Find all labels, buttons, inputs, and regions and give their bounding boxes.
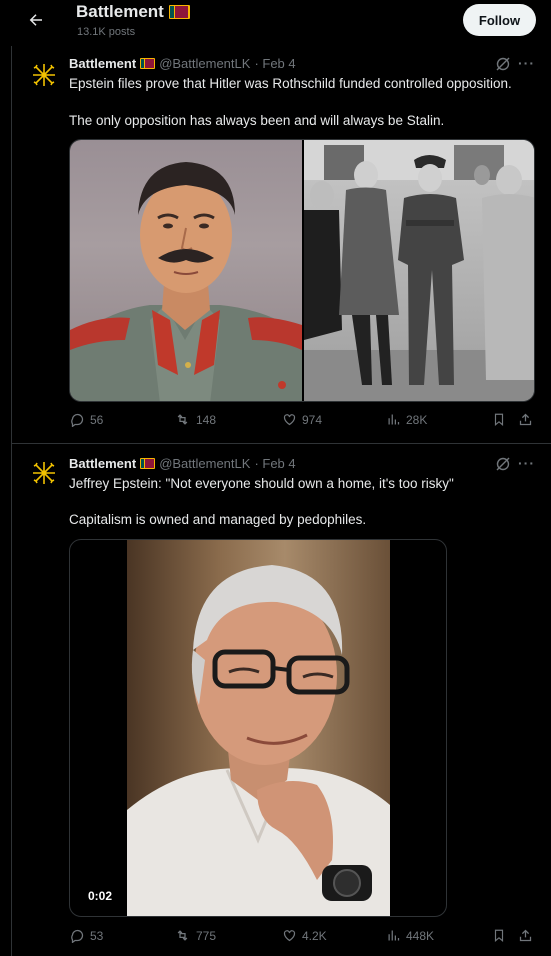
- share-upload-icon: [519, 413, 532, 426]
- post-text-line-1: Jeffrey Epstein: "Not everyone should ow…: [69, 476, 454, 491]
- repost-arrows-icon: [177, 930, 188, 941]
- video-frame[interactable]: [127, 540, 390, 916]
- like-count: 974: [302, 412, 323, 427]
- post-actions: 56 148 974 28K: [0, 412, 551, 432]
- repost-count: 775: [196, 928, 217, 943]
- bookmark-button[interactable]: [492, 928, 506, 943]
- author-name[interactable]: Battlement: [69, 456, 136, 471]
- share-button[interactable]: [518, 928, 533, 943]
- profile-title: Battlement: [76, 2, 190, 22]
- heart-icon: [283, 414, 296, 426]
- bookmark-icon: [494, 929, 504, 942]
- post-video[interactable]: 0:02: [69, 539, 447, 917]
- author-name[interactable]: Battlement: [69, 56, 136, 71]
- follow-button[interactable]: Follow: [463, 4, 536, 36]
- sri-lanka-flag-icon: [168, 5, 190, 19]
- avatar[interactable]: [31, 62, 57, 88]
- post-meta: Battlement @BattlementLK · Feb 4: [69, 456, 296, 471]
- post-text-line-1: Epstein files prove that Hitler was Roth…: [69, 76, 512, 91]
- posts-count: 13.1K posts: [77, 26, 136, 38]
- post-meta: Battlement @BattlementLK · Feb 4: [69, 56, 296, 71]
- post-date[interactable]: · Feb 4: [254, 56, 295, 71]
- sri-lanka-flag-icon: [140, 458, 156, 469]
- avatar[interactable]: [31, 460, 57, 486]
- like-button[interactable]: 974: [282, 412, 322, 427]
- reply-button[interactable]: 56: [70, 412, 103, 427]
- reply-count: 56: [90, 412, 104, 427]
- repost-count: 148: [196, 412, 217, 427]
- heart-icon: [283, 930, 296, 942]
- post-image-portrait[interactable]: [70, 140, 302, 401]
- video-timestamp: 0:02: [88, 889, 113, 903]
- post-1[interactable]: Battlement @BattlementLK · Feb 4 ··· Eps…: [0, 46, 551, 443]
- share-button[interactable]: [518, 412, 533, 427]
- speech-bubble-icon: [71, 929, 84, 943]
- like-count: 4.2K: [302, 928, 327, 943]
- speech-bubble-icon: [71, 413, 84, 427]
- bar-chart-icon: [388, 930, 400, 941]
- like-button[interactable]: 4.2K: [282, 928, 327, 943]
- more-options-icon[interactable]: ···: [518, 55, 535, 71]
- views-button[interactable]: 28K: [386, 412, 427, 427]
- more-options-icon[interactable]: ···: [518, 455, 535, 471]
- post-text-line-2: The only opposition has always been and …: [69, 113, 445, 128]
- views-button[interactable]: 448K: [386, 928, 434, 943]
- grok-icon[interactable]: [495, 56, 511, 72]
- post-image-group-photo[interactable]: [304, 140, 534, 401]
- profile-header: Battlement 13.1K posts Follow: [0, 0, 551, 46]
- grok-icon[interactable]: [495, 456, 511, 472]
- repost-button[interactable]: 775: [174, 928, 216, 943]
- sri-lanka-flag-icon: [140, 58, 156, 69]
- view-count: 448K: [406, 928, 435, 943]
- bar-chart-icon: [388, 414, 400, 425]
- view-count: 28K: [406, 412, 428, 427]
- repost-button[interactable]: 148: [174, 412, 216, 427]
- repost-arrows-icon: [177, 414, 188, 425]
- post-2[interactable]: Battlement @BattlementLK · Feb 4 ··· Jef…: [0, 444, 551, 956]
- bookmark-button[interactable]: [492, 412, 506, 427]
- share-upload-icon: [519, 929, 532, 942]
- post-text-line-2: Capitalism is owned and managed by pedop…: [69, 512, 367, 527]
- post-actions: 53 775 4.2K 448K: [0, 928, 551, 948]
- back-arrow-icon[interactable]: [24, 8, 48, 32]
- post-image-grid[interactable]: [69, 139, 535, 402]
- reply-button[interactable]: 53: [70, 928, 103, 943]
- author-handle[interactable]: @BattlementLK: [159, 56, 250, 71]
- profile-name: Battlement: [76, 2, 164, 21]
- author-handle[interactable]: @BattlementLK: [159, 456, 250, 471]
- bookmark-icon: [494, 413, 504, 426]
- reply-count: 53: [90, 928, 104, 943]
- post-date[interactable]: · Feb 4: [254, 456, 295, 471]
